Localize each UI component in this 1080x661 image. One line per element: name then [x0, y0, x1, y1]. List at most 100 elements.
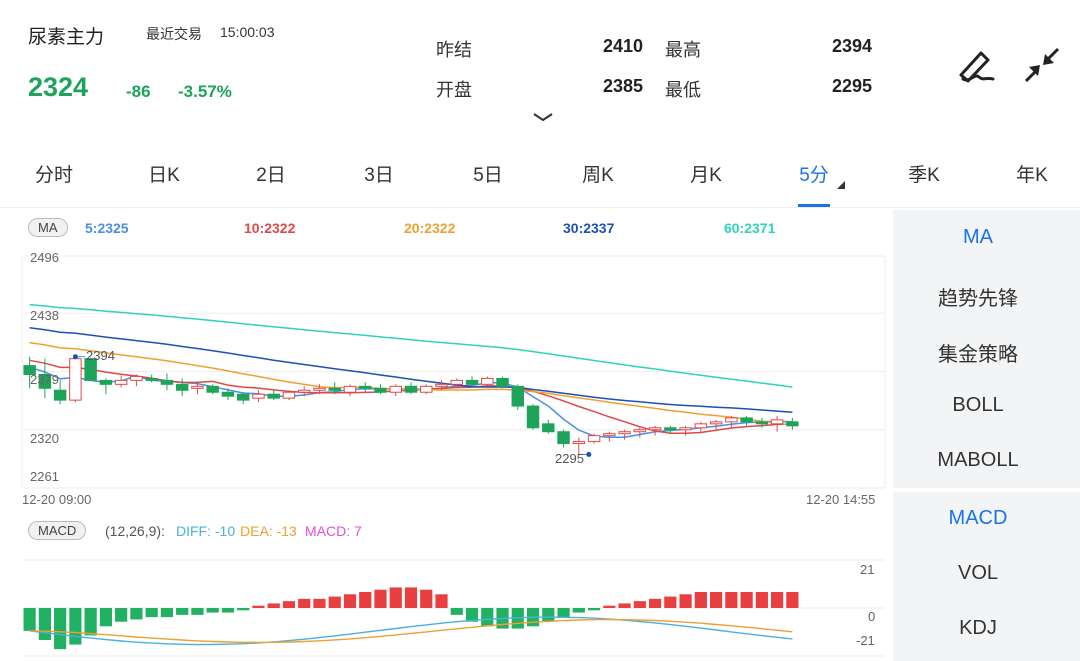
macd-bar: [389, 587, 402, 608]
macd-bar: [740, 592, 753, 608]
candle-body: [267, 393, 280, 399]
macd-chart[interactable]: [0, 548, 890, 661]
ma30-label: 30:2337: [563, 220, 615, 236]
tab-2day[interactable]: 2日: [231, 160, 311, 187]
current-price: 2324: [28, 72, 89, 102]
macd-bar: [679, 594, 692, 608]
indicator-macd[interactable]: MACD: [893, 507, 1063, 530]
ma-pill[interactable]: MA: [28, 218, 68, 237]
macd-y-bottom: -21: [856, 633, 875, 648]
macd-bar: [206, 608, 219, 613]
last-trade-label: 最近交易: [146, 26, 202, 42]
indicator-trend-pioneer[interactable]: 趋势先锋: [893, 282, 1063, 311]
macd-bar: [374, 589, 387, 608]
draw-pen-icon[interactable]: [955, 45, 997, 85]
prev-settle-label: 昨结: [436, 40, 472, 60]
candlestick-chart[interactable]: [0, 244, 890, 494]
ma5-label: 5:2325: [85, 220, 129, 236]
macd-dea-line: [29, 618, 793, 644]
candle-body: [709, 421, 723, 425]
period-tab-bar: 分时 日K 2日 3日 5日 周K 月K 5分 季K 年K: [0, 150, 1080, 207]
macd-bar: [725, 592, 738, 608]
macd-y-zero: 0: [868, 609, 876, 624]
candle-body: [786, 421, 799, 427]
candle-body: [160, 379, 174, 385]
collapse-arrows-icon[interactable]: [1020, 45, 1062, 85]
candle-body: [343, 385, 357, 393]
tab-intraday[interactable]: 分时: [14, 160, 94, 187]
candle-body: [191, 385, 204, 389]
candle-body: [130, 375, 143, 381]
candle-body: [542, 423, 555, 433]
low-label: 最低: [665, 80, 701, 100]
macd-bar: [298, 598, 311, 608]
tab-daily[interactable]: 日K: [124, 160, 204, 187]
tab-5day[interactable]: 5日: [448, 160, 528, 187]
candle-body: [679, 427, 692, 431]
macd-bar: [603, 605, 616, 608]
candle-body: [496, 377, 509, 387]
macd-diff: DIFF: -10: [176, 523, 236, 539]
candle-body: [694, 423, 708, 429]
y-label-2261: 2261: [30, 469, 59, 484]
candle-body: [236, 393, 250, 401]
candle-body: [114, 379, 128, 385]
macd-bar: [267, 603, 280, 608]
tab-divider: [0, 207, 1080, 208]
tab-monthly[interactable]: 月K: [666, 160, 746, 187]
macd-value: MACD: 7: [305, 523, 362, 539]
macd-bar: [54, 608, 67, 650]
low-value: 2295: [831, 76, 872, 96]
indicator-fund-strategy[interactable]: 集金策略: [893, 338, 1063, 367]
macd-bar: [84, 608, 97, 636]
candle-body: [603, 433, 616, 437]
macd-bar: [359, 592, 372, 608]
macd-bar: [435, 594, 448, 608]
candle-body: [481, 377, 494, 385]
macd-bar: [633, 601, 646, 608]
open-value: 2385: [602, 76, 643, 96]
candle-body: [145, 377, 158, 381]
indicator-vol[interactable]: VOL: [893, 562, 1063, 585]
indicator-ma[interactable]: MA: [893, 226, 1063, 249]
indicator-maboll[interactable]: MABOLL: [893, 449, 1063, 472]
tab-3day[interactable]: 3日: [339, 160, 419, 187]
macd-pill[interactable]: MACD: [28, 521, 87, 540]
candle-body: [313, 387, 326, 391]
tab-weekly[interactable]: 周K: [558, 160, 638, 187]
tab-yearly[interactable]: 年K: [992, 160, 1072, 187]
macd-bar: [69, 608, 82, 645]
macd-bar: [130, 608, 143, 620]
candle-body: [252, 393, 265, 399]
open-label: 开盘: [436, 80, 472, 100]
low-marker-label: 2295: [555, 451, 584, 466]
candle-body: [465, 379, 479, 385]
high-label: 最高: [665, 40, 701, 60]
indicator-kdj[interactable]: KDJ: [893, 617, 1063, 640]
macd-bar: [145, 608, 158, 618]
candle-body: [526, 405, 540, 429]
macd-bar: [176, 608, 189, 615]
candle-body: [435, 383, 448, 387]
macd-bar: [237, 608, 250, 611]
price-change: -86: [126, 82, 151, 101]
indicator-boll[interactable]: BOLL: [893, 394, 1063, 417]
macd-bar: [328, 596, 341, 608]
chevron-down-icon[interactable]: [530, 110, 556, 124]
candle-body: [53, 389, 67, 401]
macd-bar: [99, 608, 113, 627]
candle-body: [587, 435, 601, 443]
macd-y-top: 21: [860, 562, 875, 577]
macd-bar: [664, 596, 677, 608]
candle-body: [618, 431, 631, 435]
macd-bar: [709, 592, 723, 608]
candle-body: [206, 385, 219, 393]
macd-bar: [313, 598, 326, 608]
high-marker-dot: [72, 354, 78, 360]
candle-body: [648, 427, 662, 431]
instrument-name: 尿素主力: [28, 27, 105, 48]
dropdown-triangle-icon[interactable]: [836, 180, 846, 190]
x-label-start: 12-20 09:00: [22, 492, 92, 507]
tab-quarterly[interactable]: 季K: [884, 160, 964, 187]
macd-bar: [572, 608, 585, 613]
